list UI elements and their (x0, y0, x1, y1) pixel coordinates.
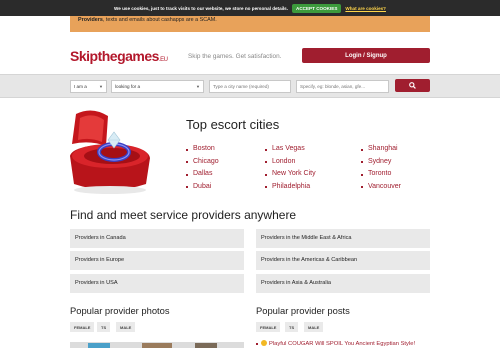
city-link[interactable]: Toronto (361, 168, 401, 181)
posts-filter-ts[interactable]: TS (285, 322, 299, 332)
region-link-usa[interactable]: Providers in USA (70, 274, 244, 293)
city-link[interactable]: Las Vegas (265, 143, 316, 156)
i-am-select[interactable]: I am a ▼ (70, 80, 107, 93)
looking-for-select[interactable]: looking for a ▼ (111, 80, 204, 93)
photo-thumbnail[interactable] (142, 343, 172, 348)
city-link[interactable]: Dallas (186, 168, 219, 181)
city-list-col-2: Las Vegas London New York City Philadelp… (265, 143, 316, 193)
search-bar: I am a ▼ looking for a ▼ (0, 74, 500, 98)
cookie-bar: We use cookies, just to track visits to … (0, 0, 500, 16)
accept-cookies-button[interactable]: ACCEPT COOKIES (292, 3, 342, 13)
cookie-text: We use cookies, just to track visits to … (114, 5, 289, 11)
popular-posts-heading: Popular provider posts (256, 305, 350, 316)
city-link[interactable]: Chicago (186, 156, 219, 169)
post-link[interactable]: Playful COUGAR Will SPOIL You Ancient Eg… (258, 340, 415, 347)
region-link-americas-caribbean[interactable]: Providers in the Americas & Caribbean (256, 251, 430, 270)
tagline: Skip the games. Get satisfaction. (188, 53, 282, 60)
search-icon (409, 82, 416, 89)
city-link[interactable]: Boston (186, 143, 219, 156)
region-link-canada[interactable]: Providers in Canada (70, 229, 244, 248)
login-signup-button[interactable]: Login / Signup (302, 48, 430, 63)
ring-box-illustration (70, 110, 150, 194)
city-link[interactable]: Sydney (361, 156, 401, 169)
region-link-europe[interactable]: Providers in Europe (70, 251, 244, 270)
popular-photos-heading: Popular provider photos (70, 305, 170, 316)
top-cities-heading: Top escort cities (186, 117, 280, 132)
photos-filter-ts[interactable]: TS (97, 322, 111, 332)
chevron-down-icon: ▼ (196, 84, 200, 89)
photos-filter-female[interactable]: FEMALE (70, 322, 95, 332)
what-are-cookies-link[interactable]: What are cookies? (345, 6, 386, 11)
photos-filter-male[interactable]: MALE (116, 322, 136, 332)
city-link[interactable]: London (265, 156, 316, 169)
search-button[interactable] (395, 79, 430, 92)
posts-filter-male[interactable]: MALE (304, 322, 324, 332)
city-list-col-3: Shanghai Sydney Toronto Vancouver (361, 143, 401, 193)
city-link[interactable]: New York City (265, 168, 316, 181)
city-input[interactable] (209, 80, 291, 93)
city-link[interactable]: Vancouver (361, 181, 401, 194)
city-list-col-1: Boston Chicago Dallas Dubai (186, 143, 219, 193)
chevron-down-icon: ▼ (99, 84, 103, 89)
scam-notice-text: Providers, texts and emails about cashap… (78, 17, 217, 23)
city-link[interactable]: Shanghai (361, 143, 401, 156)
city-link[interactable]: Dubai (186, 181, 219, 194)
site-logo[interactable]: Skipthegames.EU (70, 48, 168, 64)
photo-thumbnail[interactable] (195, 343, 217, 348)
photo-thumbnail[interactable] (88, 343, 110, 348)
region-link-middle-east-africa[interactable]: Providers in the Middle East & Africa (256, 229, 430, 248)
posts-filter-female[interactable]: FEMALE (256, 322, 281, 332)
find-providers-heading: Find and meet service providers anywhere (70, 208, 297, 222)
region-link-asia-australia[interactable]: Providers in Asia & Australia (256, 274, 430, 293)
smiley-icon (261, 340, 267, 346)
specify-input[interactable] (296, 80, 389, 93)
city-link[interactable]: Philadelphia (265, 181, 316, 194)
